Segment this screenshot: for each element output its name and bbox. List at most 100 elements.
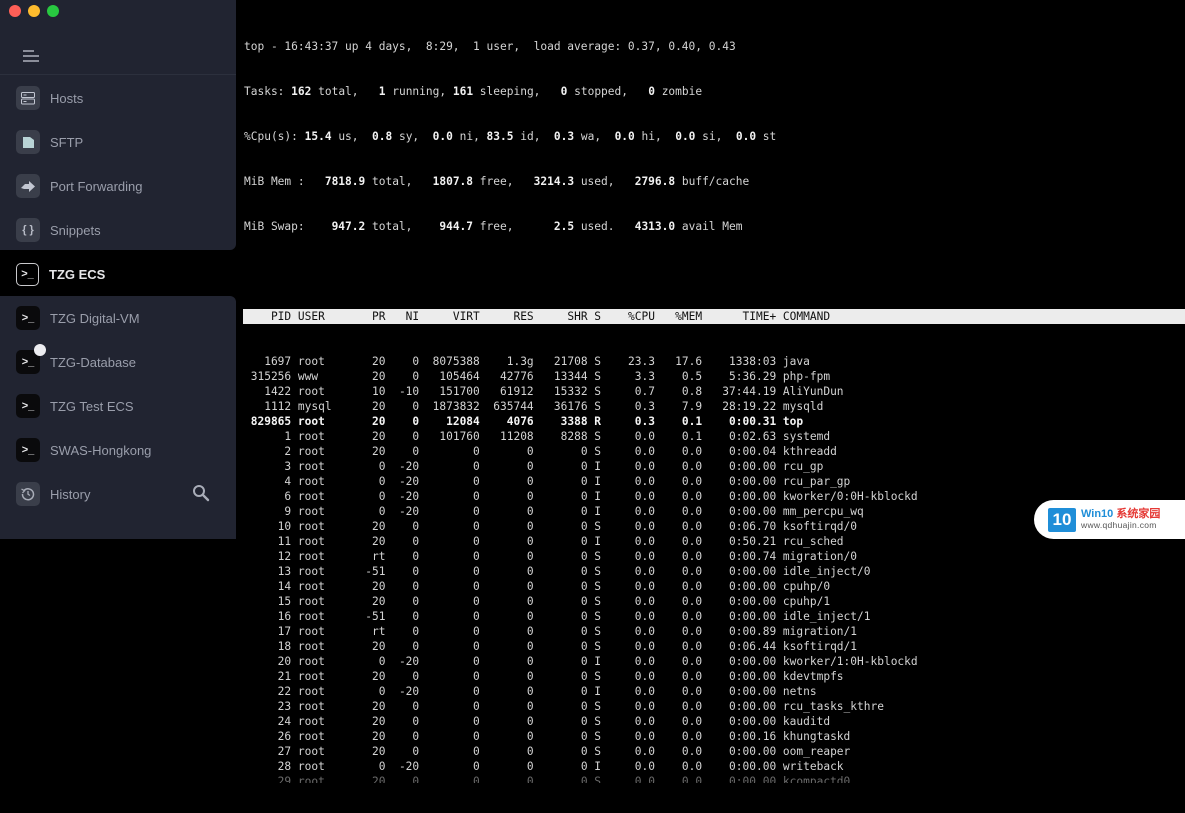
process-res: 42776 [479, 370, 534, 383]
process-row: 1422 root 10 -10 151700 61912 15332 S 0.… [244, 384, 1185, 399]
process-res: 0 [479, 490, 534, 503]
process-row: 1 root 20 0 101760 11208 8288 S 0.0 0.1 … [244, 429, 1185, 444]
sidebar-item-history[interactable]: History [16, 481, 90, 507]
cpu-ni: 0.0 [432, 130, 453, 143]
process-cmd: rcu_gp [776, 460, 824, 473]
process-user: root [291, 445, 359, 458]
process-ni: -20 [385, 490, 420, 503]
sidebar-item-label: Snippets [50, 222, 101, 238]
maximize-window-button[interactable] [47, 5, 59, 17]
process-mem: 0.0 [654, 610, 703, 623]
process-time: 5:36.29 [702, 370, 777, 383]
process-pr: 10 [358, 385, 386, 398]
process-virt: 0 [419, 565, 480, 578]
process-cpu: 0.7 [607, 385, 655, 398]
process-pr: -51 [358, 565, 386, 578]
process-s: S [587, 730, 608, 743]
process-cmd: AliYunDun [776, 385, 844, 398]
process-mem: 0.0 [654, 505, 703, 518]
process-cmd: rcu_tasks_kthre [776, 700, 884, 713]
sidebar-item-sftp[interactable]: SFTP [16, 129, 83, 155]
sidebar-nav-panel: Hosts SFTP Port Forwarding { } Snippets [0, 0, 236, 250]
process-ni: 0 [385, 565, 420, 578]
process-ni: 0 [385, 730, 420, 743]
process-cpu: 0.0 [607, 490, 655, 503]
sidebar-item-label: SFTP [50, 134, 84, 150]
process-time: 0:00.00 [702, 745, 777, 758]
process-time: 0:00.31 [702, 415, 777, 428]
process-pid: 15 [244, 595, 292, 608]
process-res: 0 [479, 730, 534, 743]
process-cmd: ksoftirqd/0 [776, 520, 858, 533]
process-row: 12 root rt 0 0 0 0 S 0.0 0.0 0:00.74 mig… [244, 549, 1185, 564]
process-pr: 20 [358, 745, 386, 758]
process-virt: 0 [419, 460, 480, 473]
process-virt: 0 [419, 475, 480, 488]
process-cpu: 0.0 [607, 505, 655, 518]
process-virt: 12084 [419, 415, 480, 428]
process-pr: 0 [358, 490, 386, 503]
process-s: S [587, 715, 608, 728]
process-res: 0 [479, 565, 534, 578]
process-pid: 14 [244, 580, 292, 593]
mem-buff-cache: 2796.8 [634, 175, 676, 188]
sidebar-host-item[interactable]: >_ TZG-Database [16, 344, 136, 375]
process-user: root [291, 415, 359, 428]
process-pid: 1112 [244, 400, 292, 413]
process-virt: 0 [419, 595, 480, 608]
sidebar-item-port-forwarding[interactable]: Port Forwarding [16, 173, 142, 199]
process-s: S [587, 430, 608, 443]
sidebar-item-hosts[interactable]: Hosts [16, 85, 83, 111]
process-time: 1338:03 [702, 355, 777, 368]
process-mem: 0.0 [654, 670, 703, 683]
process-shr: 15332 [533, 385, 588, 398]
close-window-button[interactable] [9, 5, 21, 17]
process-mem: 0.5 [654, 370, 703, 383]
sidebar-host-item[interactable]: >_ TZG Test ECS [16, 393, 134, 419]
process-shr: 3388 [533, 415, 588, 428]
process-mem: 0.0 [654, 775, 703, 783]
process-row: 20 root 0 -20 0 0 0 I 0.0 0.0 0:00.00 kw… [244, 654, 1185, 669]
column-header-ni: NI [385, 310, 420, 323]
process-ni: 0 [385, 595, 420, 608]
process-user: root [291, 430, 359, 443]
process-shr: 0 [533, 610, 588, 623]
search-icon[interactable] [192, 484, 210, 502]
process-virt: 8075388 [419, 355, 480, 368]
process-virt: 0 [419, 655, 480, 668]
cpu-hi: 0.0 [614, 130, 635, 143]
process-user: root [291, 505, 359, 518]
process-pid: 17 [244, 625, 292, 638]
process-pid: 18 [244, 640, 292, 653]
watermark-title-cn: 系统家园 [1116, 507, 1161, 520]
process-cmd: idle_inject/1 [776, 610, 871, 623]
process-virt: 0 [419, 775, 480, 783]
process-mem: 0.0 [654, 640, 703, 653]
process-mem: 0.1 [654, 415, 703, 428]
terminal-view[interactable]: top - 16:43:37 up 4 days, 8:29, 1 user, … [236, 0, 1185, 783]
process-ni: 0 [385, 625, 420, 638]
hamburger-icon[interactable] [23, 50, 40, 62]
process-row: 1697 root 20 0 8075388 1.3g 21708 S 23.3… [244, 354, 1185, 369]
process-mem: 7.9 [654, 400, 703, 413]
sidebar-item-active-host[interactable]: >_ TZG ECS [16, 261, 105, 287]
process-cmd: migration/0 [776, 550, 858, 563]
process-cmd: writeback [776, 760, 844, 773]
sidebar-host-item[interactable]: >_ TZG Digital-VM [16, 305, 140, 331]
process-ni: 0 [385, 640, 420, 653]
process-cpu: 23.3 [607, 355, 655, 368]
sidebar-host-item[interactable]: >_ SWAS-Hongkong [16, 437, 151, 463]
cpu-st: 0.0 [735, 130, 757, 143]
process-ni: -20 [385, 460, 420, 473]
minimize-window-button[interactable] [28, 5, 40, 17]
process-mem: 0.0 [654, 580, 703, 593]
process-virt: 1873832 [419, 400, 480, 413]
process-res: 0 [479, 715, 534, 728]
watermark-title: Win10 [1081, 507, 1114, 520]
process-row: 21 root 20 0 0 0 0 S 0.0 0.0 0:00.00 kde… [244, 669, 1185, 684]
process-pr: 20 [358, 445, 386, 458]
sidebar-item-snippets[interactable]: { } Snippets [16, 217, 101, 243]
process-pr: 20 [358, 715, 386, 728]
process-pr: 20 [358, 580, 386, 593]
process-user: root [291, 700, 359, 713]
